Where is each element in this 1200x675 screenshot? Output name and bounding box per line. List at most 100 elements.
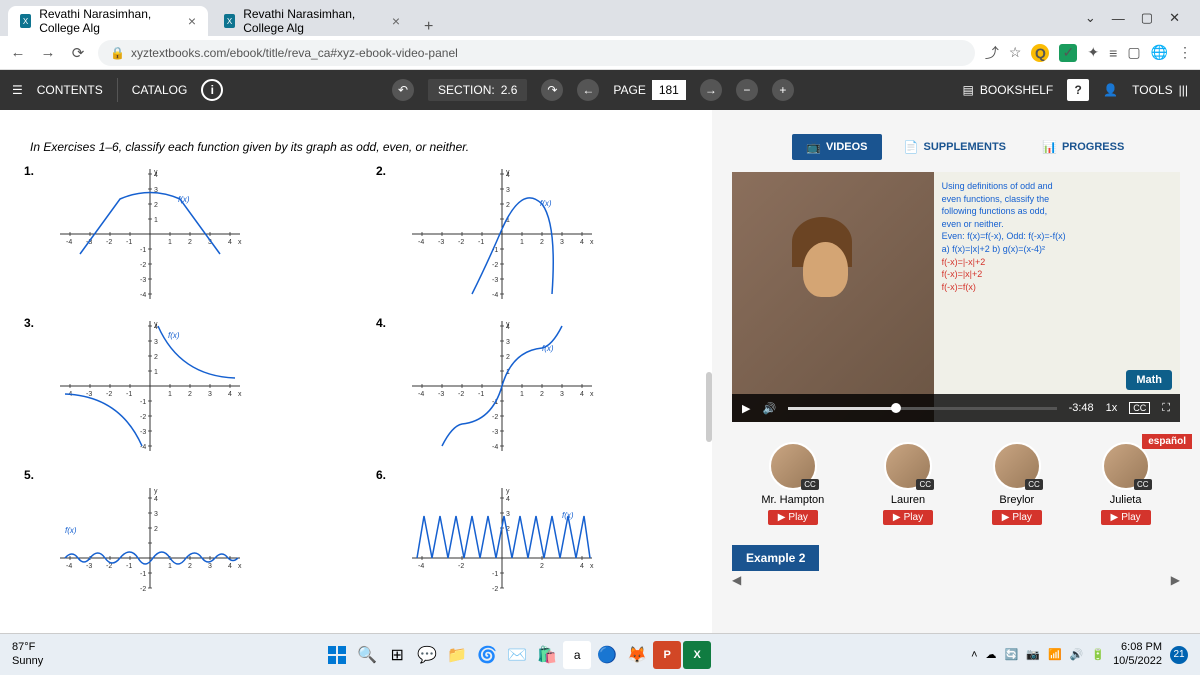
chrome-icon[interactable]: 🔵: [593, 641, 621, 669]
forward-button[interactable]: →: [38, 44, 58, 61]
svg-text:1: 1: [168, 391, 172, 398]
play-icon[interactable]: ▶: [742, 402, 750, 415]
speed-button[interactable]: 1x: [1106, 402, 1118, 414]
video-controls: ▶ 🔊 -3:48 1x CC ⛶: [732, 394, 1180, 422]
maximize-icon[interactable]: ▢: [1141, 10, 1153, 26]
puzzle-icon[interactable]: ✦: [1087, 44, 1099, 61]
svg-text:f(x): f(x): [178, 195, 190, 204]
play-button[interactable]: ▶ Play: [768, 510, 818, 525]
close-icon[interactable]: ×: [188, 13, 196, 29]
play-button[interactable]: ▶ Play: [1101, 510, 1151, 525]
menu-icon[interactable]: ☰: [12, 83, 23, 97]
prev-page-button[interactable]: ←: [577, 79, 599, 101]
svg-text:-1: -1: [126, 391, 132, 398]
scroll-left-icon[interactable]: ◀: [732, 573, 741, 587]
svg-text:4: 4: [506, 324, 510, 331]
mail-icon[interactable]: ✉️: [503, 641, 531, 669]
section-indicator[interactable]: SECTION: 2.6: [428, 79, 527, 101]
svg-text:-2: -2: [106, 391, 112, 398]
svg-text:-1: -1: [478, 239, 484, 246]
catalog-button[interactable]: CATALOG: [132, 83, 188, 97]
url-input[interactable]: 🔒 xyztextbooks.com/ebook/title/reva_ca#x…: [98, 40, 975, 66]
svg-text:-2: -2: [492, 262, 498, 269]
volume-icon[interactable]: 🔊: [1070, 648, 1084, 661]
app-icon[interactable]: a: [563, 641, 591, 669]
notification-badge[interactable]: 21: [1170, 646, 1188, 664]
tools-button[interactable]: TOOLS |||: [1132, 83, 1188, 97]
sync-icon[interactable]: 🔄: [1005, 648, 1019, 661]
exercise-instructions: In Exercises 1–6, classify each function…: [30, 140, 698, 154]
scroll-right-icon[interactable]: ▶: [1171, 573, 1180, 587]
tab-progress[interactable]: 📊 PROGRESS: [1028, 134, 1138, 160]
page-input[interactable]: [652, 80, 686, 100]
check-extension-icon[interactable]: ✓: [1059, 44, 1077, 62]
start-button[interactable]: [323, 641, 351, 669]
next-page-button[interactable]: →: [700, 79, 722, 101]
chevron-up-icon[interactable]: ˄: [971, 649, 977, 661]
graph-3: xy -4-3-2-11234 1234-1-2-3-4 f(x): [50, 316, 250, 456]
user-icon[interactable]: 👤: [1103, 83, 1118, 97]
tab-supplements[interactable]: 📄 SUPPLEMENTS: [890, 134, 1020, 160]
tab-videos[interactable]: 📺 VIDEOS: [792, 134, 882, 160]
wifi-icon[interactable]: 📶: [1048, 648, 1062, 661]
zoom-in-button[interactable]: +: [772, 79, 794, 101]
explorer-icon[interactable]: 📁: [443, 641, 471, 669]
page-control: PAGE: [613, 80, 685, 100]
svg-text:-4: -4: [66, 239, 72, 246]
espanol-badge[interactable]: español: [1142, 434, 1192, 449]
help-button[interactable]: ?: [1067, 79, 1089, 101]
tab-title: Revathi Narasimhan, College Alg: [243, 7, 384, 35]
cc-button[interactable]: CC: [1129, 402, 1150, 414]
close-icon[interactable]: ×: [392, 13, 400, 29]
svg-text:-3: -3: [492, 277, 498, 284]
browser-tab[interactable]: X Revathi Narasimhan, College Alg ×: [212, 6, 412, 36]
battery-icon[interactable]: 🔋: [1091, 648, 1105, 661]
progress-bar[interactable]: [788, 407, 1056, 410]
volume-icon[interactable]: 🔊: [762, 402, 776, 415]
search-icon[interactable]: 🔍: [353, 641, 381, 669]
menu-icon[interactable]: ⋮: [1178, 44, 1192, 61]
excel-icon[interactable]: X: [683, 641, 711, 669]
svg-text:4: 4: [228, 563, 232, 570]
powerpoint-icon[interactable]: P: [653, 641, 681, 669]
browser-tab-active[interactable]: X Revathi Narasimhan, College Alg ×: [8, 6, 208, 36]
play-button[interactable]: ▶ Play: [883, 510, 933, 525]
svg-text:3: 3: [506, 511, 510, 518]
star-icon[interactable]: ☆: [1009, 44, 1022, 61]
weather-widget[interactable]: 87°F Sunny: [12, 641, 43, 667]
minimize-icon[interactable]: —: [1112, 11, 1125, 26]
task-view-icon[interactable]: ⊞: [383, 641, 411, 669]
svg-text:-4: -4: [418, 391, 424, 398]
bookshelf-button[interactable]: ▤ BOOKSHELF: [963, 83, 1054, 97]
list-icon[interactable]: ≡: [1109, 45, 1117, 61]
window-icon[interactable]: ▢: [1127, 44, 1140, 61]
edge-icon[interactable]: 🌀: [473, 641, 501, 669]
exercise-5: 5. xy -4-3-2-11234 234-1-2 f(x): [24, 468, 346, 608]
video-player[interactable]: Using definitions of odd and even functi…: [732, 172, 1180, 422]
zoom-out-button[interactable]: −: [736, 79, 758, 101]
store-icon[interactable]: 🛍️: [533, 641, 561, 669]
reload-button[interactable]: ⟳: [68, 44, 88, 62]
contents-button[interactable]: CONTENTS: [37, 83, 103, 97]
new-tab-button[interactable]: +: [416, 18, 441, 36]
play-button[interactable]: ▶ Play: [992, 510, 1042, 525]
avatar: CC: [993, 442, 1041, 490]
firefox-icon[interactable]: 🦊: [623, 641, 651, 669]
redo-button[interactable]: ↷: [541, 79, 563, 101]
search-highlight-icon[interactable]: Q: [1031, 44, 1049, 62]
fullscreen-icon[interactable]: ⛶: [1162, 402, 1170, 415]
svg-text:2: 2: [154, 202, 158, 209]
svg-text:x: x: [238, 563, 242, 570]
share-icon[interactable]: ⤴: [985, 43, 999, 63]
clock[interactable]: 6:08 PM 10/5/2022: [1113, 641, 1162, 667]
back-button[interactable]: ←: [8, 44, 28, 61]
close-window-icon[interactable]: ✕: [1169, 10, 1180, 26]
onedrive-icon[interactable]: ☁: [986, 648, 997, 661]
taskbar-apps: 🔍 ⊞ 💬 📁 🌀 ✉️ 🛍️ a 🔵 🦊 P X: [323, 641, 711, 669]
undo-button[interactable]: ↶: [392, 79, 414, 101]
chat-icon[interactable]: 💬: [413, 641, 441, 669]
info-icon[interactable]: i: [201, 79, 223, 101]
camera-icon[interactable]: 📷: [1026, 648, 1040, 661]
profile-icon[interactable]: 🌐: [1151, 44, 1168, 61]
chevron-down-icon[interactable]: ⌄: [1085, 10, 1096, 26]
